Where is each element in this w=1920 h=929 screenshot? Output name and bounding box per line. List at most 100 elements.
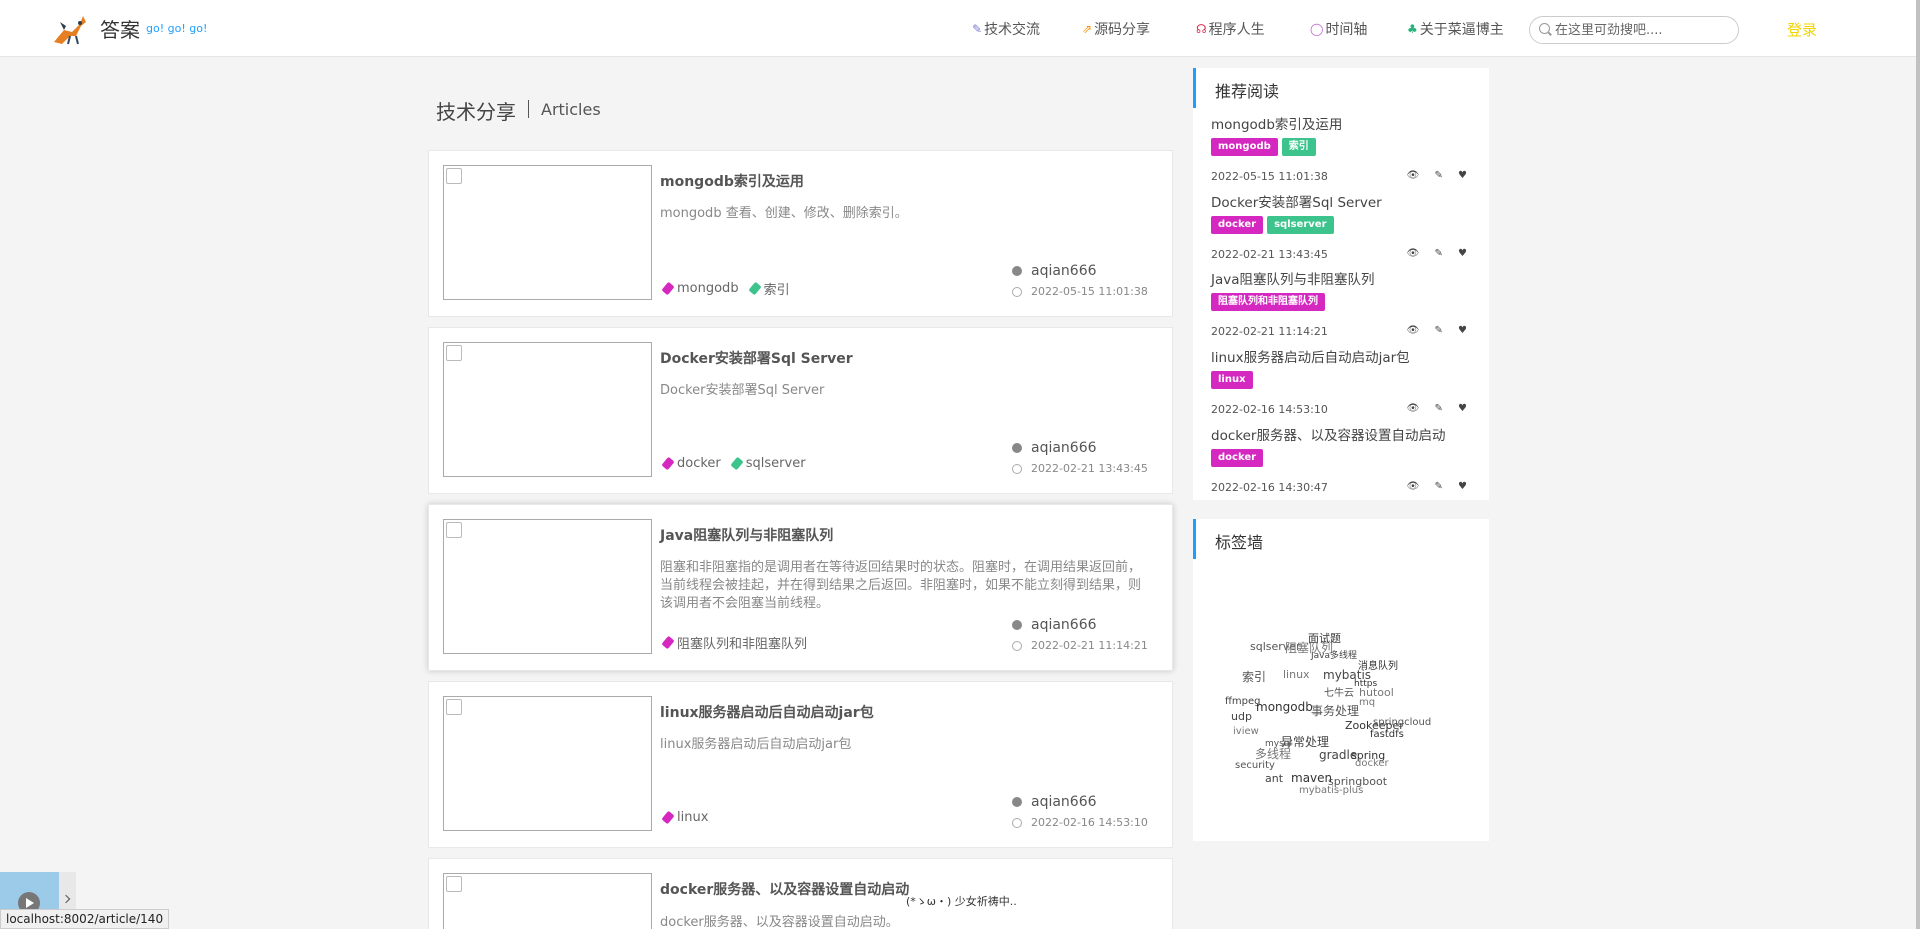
article-summary: docker服务器、以及容器设置自动启动。 [660, 915, 899, 929]
recommend-item[interactable]: Java阻塞队列与非阻塞队列 阻塞队列和非阻塞队列 [1211, 268, 1481, 311]
recommend-tag[interactable]: docker [1211, 449, 1264, 467]
nav-item-timeline[interactable]: ◯ 时间轴 [1310, 0, 1367, 57]
author-name: aqian666 [1031, 794, 1097, 810]
article-tags: docker sqlserver [661, 456, 818, 471]
nav-item-tech[interactable]: ✎ 技术交流 [972, 0, 1040, 57]
section-subtitle: Articles [541, 100, 601, 119]
deer-logo-icon[interactable] [50, 12, 90, 46]
tag-cloud-word[interactable]: 索引 [1242, 668, 1266, 685]
tag-icon [730, 456, 744, 471]
tag-label: 阻塞队列和非阻塞队列 [677, 637, 808, 652]
recommend-title[interactable]: Java阻塞队列与非阻塞队列 [1211, 268, 1481, 288]
tag-cloud-word[interactable]: fastdfs [1370, 729, 1404, 740]
recommend-title[interactable]: docker服务器、以及容器设置自动启动 [1211, 424, 1481, 444]
share-icon: ⇗ [1082, 21, 1093, 36]
logo-text[interactable]: 答案 [100, 14, 140, 43]
clock-icon [1012, 640, 1022, 651]
article-card[interactable]: docker服务器、以及容器设置自动启动 docker服务器、以及容器设置自动启… [428, 858, 1173, 929]
recommend-item[interactable]: mongodb索引及运用 mongodb 索引 [1211, 113, 1481, 156]
tag-cloud-word[interactable]: mongodb [1256, 700, 1313, 714]
panel-title: 标签墙 [1215, 533, 1264, 552]
recommend-tags: 阻塞队列和非阻塞队列 [1211, 293, 1481, 311]
tag-cloud-word[interactable]: Java多线程 [1311, 648, 1357, 661]
tag-cloud-word[interactable]: iview [1233, 726, 1259, 737]
panel-accent-bar [1193, 68, 1196, 108]
search-input[interactable] [1555, 21, 1730, 39]
tag-cloud-word[interactable]: 七牛云 [1324, 684, 1354, 699]
article-tag[interactable]: docker [661, 456, 721, 471]
article-title[interactable]: linux服务器启动后自动启动jar包 [660, 702, 874, 722]
circle-icon: ◯ [1310, 21, 1324, 36]
recommend-title[interactable]: mongodb索引及运用 [1211, 113, 1481, 133]
recommend-tag[interactable]: linux [1211, 371, 1253, 389]
article-card[interactable]: Java阻塞队列与非阻塞队列 阻塞和非阻塞指的是调用者在等待返回结果时的状态。阻… [428, 504, 1173, 671]
article-tag[interactable]: 索引 [747, 279, 790, 298]
article-thumbnail[interactable] [443, 873, 652, 929]
leaf-icon: ♣ [1407, 21, 1418, 36]
nav-label: 时间轴 [1325, 21, 1368, 38]
article-author: aqian666 [1012, 794, 1097, 810]
recommend-tag[interactable]: mongodb [1211, 138, 1278, 156]
tag-cloud-word[interactable]: 事务处理 [1311, 702, 1359, 719]
article-thumbnail[interactable] [443, 696, 652, 831]
recommend-tag[interactable]: 阻塞队列和非阻塞队列 [1211, 293, 1325, 311]
tag-cloud-word[interactable]: mq [1359, 697, 1375, 708]
login-link[interactable]: 登录 [1787, 19, 1817, 40]
tag-cloud-word[interactable]: udp [1231, 710, 1252, 723]
recommend-tag[interactable]: docker [1211, 216, 1264, 234]
article-tags: mongodb 索引 [661, 279, 802, 298]
clock-icon [1012, 286, 1022, 297]
article-title[interactable]: Java阻塞队列与非阻塞队列 [660, 525, 833, 545]
article-thumbnail[interactable] [443, 342, 652, 477]
tag-icon [661, 281, 675, 296]
user-icon [1012, 266, 1022, 276]
article-tag[interactable]: 阻塞队列和非阻塞队列 [661, 633, 808, 652]
tag-cloud-word[interactable]: springcloud [1373, 717, 1431, 728]
recommend-tags: docker [1211, 449, 1481, 467]
recommend-meta: 2022-02-21 11:14:21 👁 ✎ ♥ [1211, 325, 1473, 339]
article-date: 2022-02-21 11:14:21 [1012, 639, 1148, 652]
recommend-meta: 2022-02-16 14:53:10 👁 ✎ ♥ [1211, 403, 1473, 417]
recommend-item[interactable]: Docker安装部署Sql Server docker sqlserver [1211, 191, 1481, 234]
article-thumbnail[interactable] [443, 519, 652, 654]
article-card[interactable]: linux服务器启动后自动启动jar包 linux服务器启动后自动启动jar包 … [428, 681, 1173, 848]
recommend-title[interactable]: Docker安装部署Sql Server [1211, 191, 1481, 211]
page-scrollbar[interactable] [1916, 0, 1920, 929]
nav-item-source[interactable]: ⇗ 源码分享 [1082, 0, 1150, 57]
article-title[interactable]: Docker安装部署Sql Server [660, 348, 853, 368]
nav-item-about[interactable]: ♣ 关于菜逼博主 [1407, 0, 1504, 57]
recommend-date: 2022-02-21 11:14:21 [1211, 325, 1328, 338]
article-tag[interactable]: mongodb [661, 279, 739, 298]
tag-cloud-word[interactable]: linux [1283, 668, 1310, 681]
recommend-tag[interactable]: 索引 [1281, 138, 1316, 156]
tagwall-panel: 标签墙 面试题 sqlserver 阻塞队列 Java多线程 消息队列 索引 linux my… [1193, 519, 1489, 841]
tag-cloud-word[interactable]: maven [1291, 771, 1332, 785]
article-title[interactable]: docker服务器、以及容器设置自动启动 [660, 879, 909, 899]
article-date: 2022-02-21 13:43:45 [1012, 462, 1148, 475]
article-tag[interactable]: linux [661, 810, 708, 825]
tag-cloud-word[interactable]: docker [1355, 758, 1389, 769]
article-tag[interactable]: sqlserver [730, 456, 806, 471]
tag-cloud-word[interactable]: ant [1265, 772, 1283, 785]
view-edit-like-icons: 👁 ✎ ♥ [1406, 481, 1473, 492]
nav-label: 程序人生 [1208, 21, 1265, 38]
nav-label: 源码分享 [1094, 21, 1151, 38]
recommend-item[interactable]: docker服务器、以及容器设置自动启动 docker [1211, 424, 1481, 467]
browser-status-url: localhost:8002/article/140 [0, 909, 170, 929]
date-text: 2022-02-16 14:53:10 [1031, 816, 1148, 829]
author-name: aqian666 [1031, 263, 1097, 279]
recommend-title[interactable]: linux服务器启动后自动启动jar包 [1211, 346, 1481, 366]
tag-cloud-word[interactable]: security [1235, 760, 1275, 771]
view-edit-like-icons: 👁 ✎ ♥ [1406, 403, 1473, 414]
recommend-tag[interactable]: sqlserver [1267, 216, 1334, 234]
article-title[interactable]: mongodb索引及运用 [660, 171, 804, 191]
recommend-tags: mongodb 索引 [1211, 138, 1481, 156]
tag-cloud-word[interactable]: mybatis-plus [1299, 785, 1363, 796]
article-card[interactable]: Docker安装部署Sql Server Docker安装部署Sql Serve… [428, 327, 1173, 494]
clock-icon [1012, 817, 1022, 828]
recommend-item[interactable]: linux服务器启动后自动启动jar包 linux [1211, 346, 1481, 389]
nav-item-life[interactable]: ☊ 程序人生 [1196, 0, 1265, 57]
article-thumbnail[interactable] [443, 165, 652, 300]
article-card[interactable]: mongodb索引及运用 mongodb 查看、创建、修改、删除索引。 mong… [428, 150, 1173, 317]
article-author: aqian666 [1012, 263, 1097, 279]
